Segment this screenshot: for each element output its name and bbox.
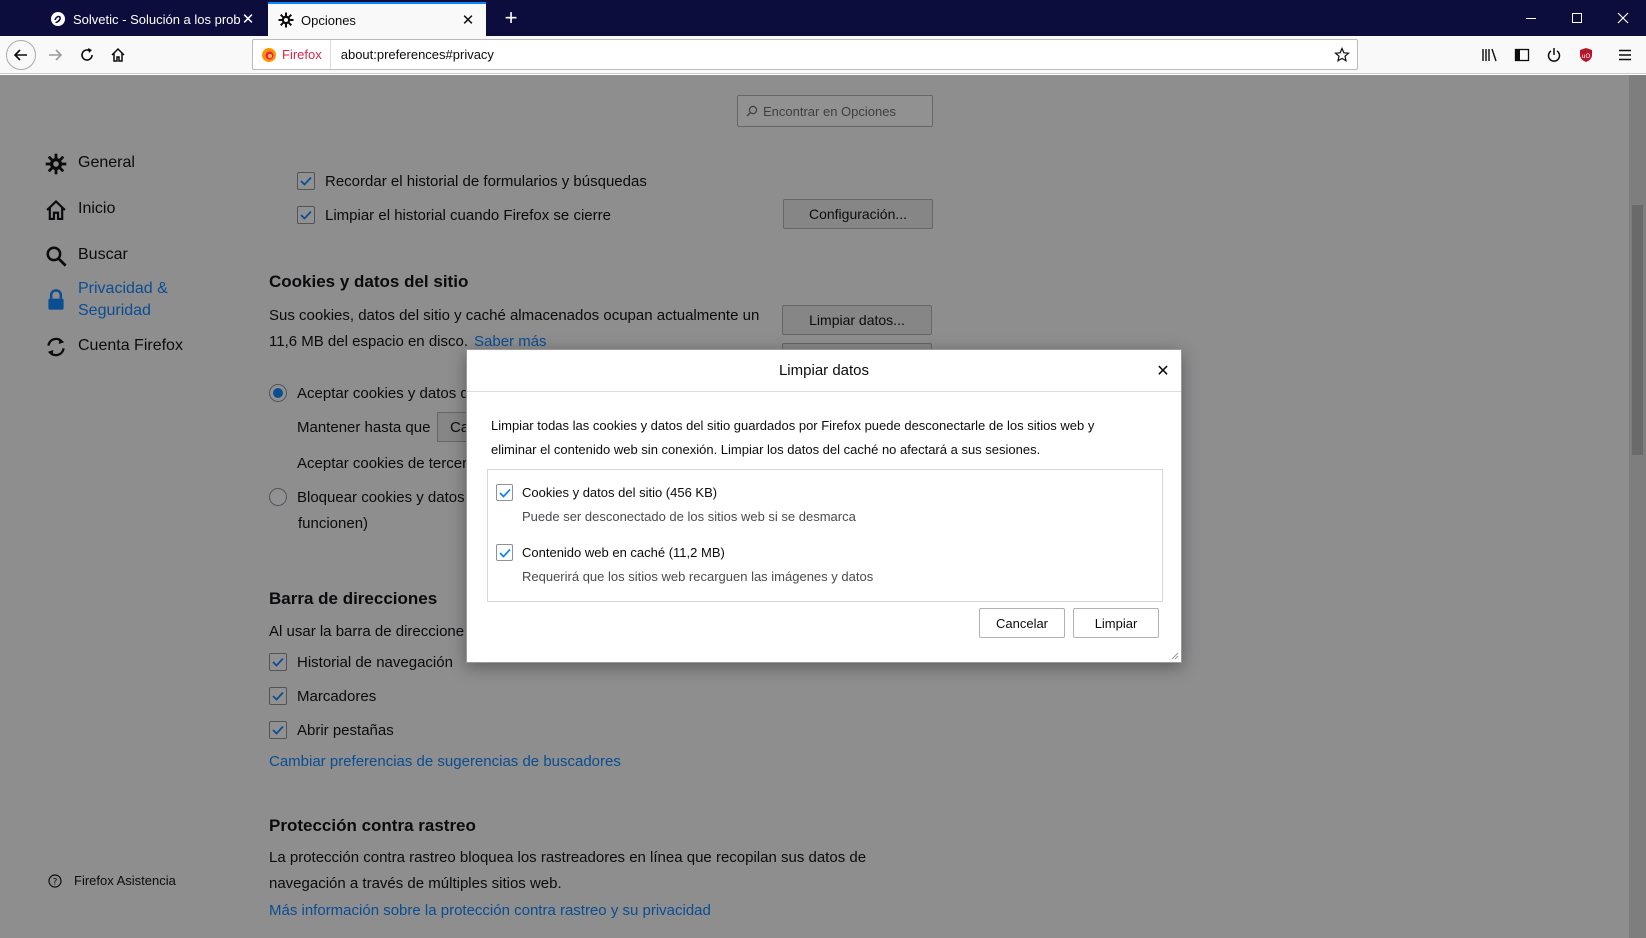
preferences-page: Encontrar en Opciones General Inicio Bus… [0, 75, 1646, 938]
svg-text:uO: uO [1582, 53, 1591, 60]
ublock-shield-icon: uO [1580, 48, 1592, 62]
window-close-button[interactable] [1600, 0, 1646, 36]
cookies-option-label: Cookies y datos del sitio (456 KB) [522, 485, 718, 500]
cache-option-label: Contenido web en caché (11,2 MB) [522, 545, 725, 560]
checkbox[interactable] [496, 544, 513, 561]
clear-button[interactable]: Limpiar [1073, 608, 1159, 638]
power-icon [1547, 48, 1561, 62]
clear-data-dialog: Limpiar datos ✕ Limpiar todas las cookie… [466, 349, 1182, 663]
new-tab-button[interactable]: + [496, 4, 526, 32]
sidebar-button[interactable] [1507, 40, 1537, 70]
back-arrow-icon [13, 49, 27, 61]
resize-grip-icon[interactable] [1171, 652, 1179, 660]
library-button[interactable] [1475, 40, 1505, 70]
cache-option-sub: Requerirá que los sitios web recarguen l… [522, 569, 874, 584]
solvetic-icon [50, 11, 66, 27]
checkmark-icon [498, 548, 511, 558]
maximize-icon [1572, 13, 1582, 23]
navigation-toolbar: Firefox about:preferences#privacy uO [0, 36, 1646, 74]
cache-option[interactable]: Contenido web en caché (11,2 MB) Requeri… [496, 544, 873, 584]
reload-button[interactable] [72, 40, 102, 70]
power-button[interactable] [1539, 40, 1569, 70]
close-icon[interactable]: ✕ [460, 12, 476, 29]
maximize-button[interactable] [1554, 0, 1600, 36]
cookies-option[interactable]: Cookies y datos del sitio (456 KB) Puede… [496, 484, 856, 524]
hamburger-menu-icon [1619, 49, 1631, 61]
library-icon [1482, 48, 1497, 62]
tab-label: Solvetic - Solución a los proble [73, 11, 240, 27]
ublock-extension-button[interactable]: uO [1571, 40, 1601, 70]
tab-solvetic[interactable]: Solvetic - Solución a los proble ✕ [40, 2, 266, 36]
checkmark-icon [498, 488, 511, 498]
dialog-desc-line2: eliminar el contenido web sin conexión. … [491, 442, 1041, 457]
cookies-option-sub: Puede ser desconectado de los sitios web… [522, 509, 856, 524]
dialog-header: Limpiar datos ✕ [467, 350, 1181, 392]
identity-box[interactable]: Firefox [253, 40, 331, 69]
close-icon [1617, 12, 1629, 24]
menu-button[interactable] [1610, 40, 1640, 70]
checkbox[interactable] [496, 484, 513, 501]
home-icon [111, 47, 125, 62]
dialog-description: Limpiar todas las cookies y datos del si… [491, 414, 1151, 462]
tab-label: Opciones [301, 12, 356, 28]
close-icon[interactable]: ✕ [1153, 361, 1173, 381]
sidebar-icon [1514, 48, 1530, 62]
gear-icon [278, 12, 294, 28]
firefox-logo-icon [261, 47, 277, 63]
cancel-button[interactable]: Cancelar [979, 608, 1065, 638]
minimize-icon [1526, 18, 1536, 19]
minimize-button[interactable] [1508, 0, 1554, 36]
tab-strip: Solvetic - Solución a los proble ✕ Opcio… [0, 0, 1646, 36]
dialog-title: Limpiar datos [778, 362, 870, 379]
tab-opciones[interactable]: Opciones ✕ [268, 2, 486, 36]
url-bar[interactable]: Firefox about:preferences#privacy [252, 39, 1358, 70]
home-button[interactable] [103, 40, 133, 70]
dialog-desc-line1: Limpiar todas las cookies y datos del si… [491, 418, 1095, 433]
identity-label: Firefox [282, 47, 322, 62]
dialog-options-box: Cookies y datos del sitio (456 KB) Puede… [487, 469, 1163, 602]
bookmark-star-icon[interactable] [1327, 46, 1357, 63]
forward-button[interactable] [40, 40, 70, 70]
reload-icon [81, 48, 93, 61]
url-text[interactable]: about:preferences#privacy [331, 47, 1327, 62]
forward-arrow-icon [49, 49, 63, 61]
close-icon[interactable]: ✕ [240, 11, 256, 28]
back-button[interactable] [6, 40, 36, 70]
